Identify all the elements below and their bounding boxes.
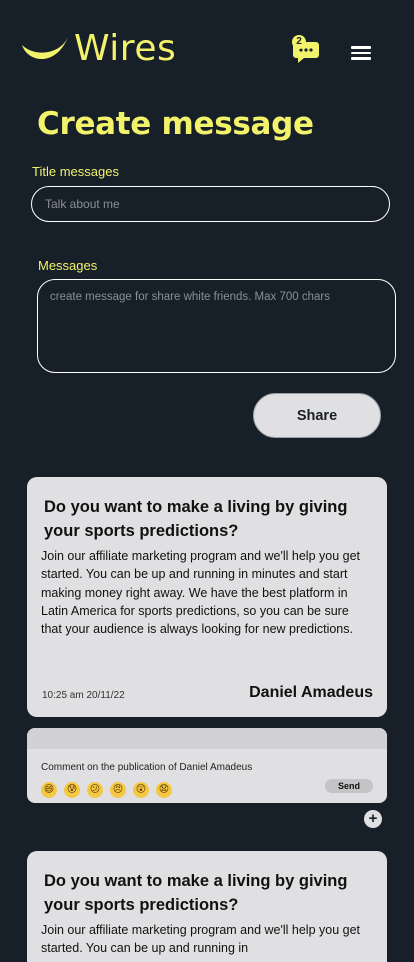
post-title: Do you want to make a living by giving y… <box>44 498 348 540</box>
comment-label: Comment on the publication of Daniel Ama… <box>41 762 253 773</box>
share-button[interactable]: Share <box>253 393 381 438</box>
messages-label: Messages <box>38 258 98 273</box>
comment-input-strip[interactable] <box>27 728 387 749</box>
grin-emoji-icon[interactable]: 😄 <box>41 782 57 798</box>
hamburger-menu-icon[interactable] <box>351 46 371 62</box>
add-comment-button[interactable]: + <box>364 810 382 828</box>
messages-textarea[interactable] <box>37 279 396 373</box>
post-card: Do you want to make a living by giving y… <box>27 477 387 717</box>
messages-button[interactable]: 2 <box>292 35 320 64</box>
angry-emoji-icon[interactable]: 😠 <box>110 782 126 798</box>
page-title: Create message <box>37 106 314 142</box>
post-card: Do you want to make a living by giving y… <box>27 851 387 962</box>
comment-box: Comment on the publication of Daniel Ama… <box>27 728 387 803</box>
title-messages-input[interactable] <box>31 186 390 222</box>
chat-badge-count: 2 <box>292 35 306 49</box>
send-comment-button[interactable]: Send <box>325 779 373 793</box>
title-messages-label: Title messages <box>32 164 119 179</box>
app-logo-text[interactable]: Wires <box>74 28 176 69</box>
post-author[interactable]: Daniel Amadeus <box>249 684 373 702</box>
app-header: Wires 2 <box>0 0 414 100</box>
post-title: Do you want to make a living by giving y… <box>44 872 348 914</box>
sad-emoji-icon[interactable]: 😧 <box>156 782 172 798</box>
post-body: Join our affiliate marketing program and… <box>41 923 361 956</box>
post-body: Join our affiliate marketing program and… <box>41 549 361 637</box>
astonished-emoji-icon[interactable]: 😲 <box>133 782 149 798</box>
anxious-emoji-icon[interactable]: 😰 <box>64 782 80 798</box>
confused-emoji-icon[interactable]: 😕 <box>87 782 103 798</box>
post-timestamp: 10:25 am 20/11/22 <box>42 690 125 701</box>
emoji-row: 😄 😰 😕 😠 😲 😧 <box>41 782 172 798</box>
smile-logo-icon[interactable] <box>20 33 70 65</box>
